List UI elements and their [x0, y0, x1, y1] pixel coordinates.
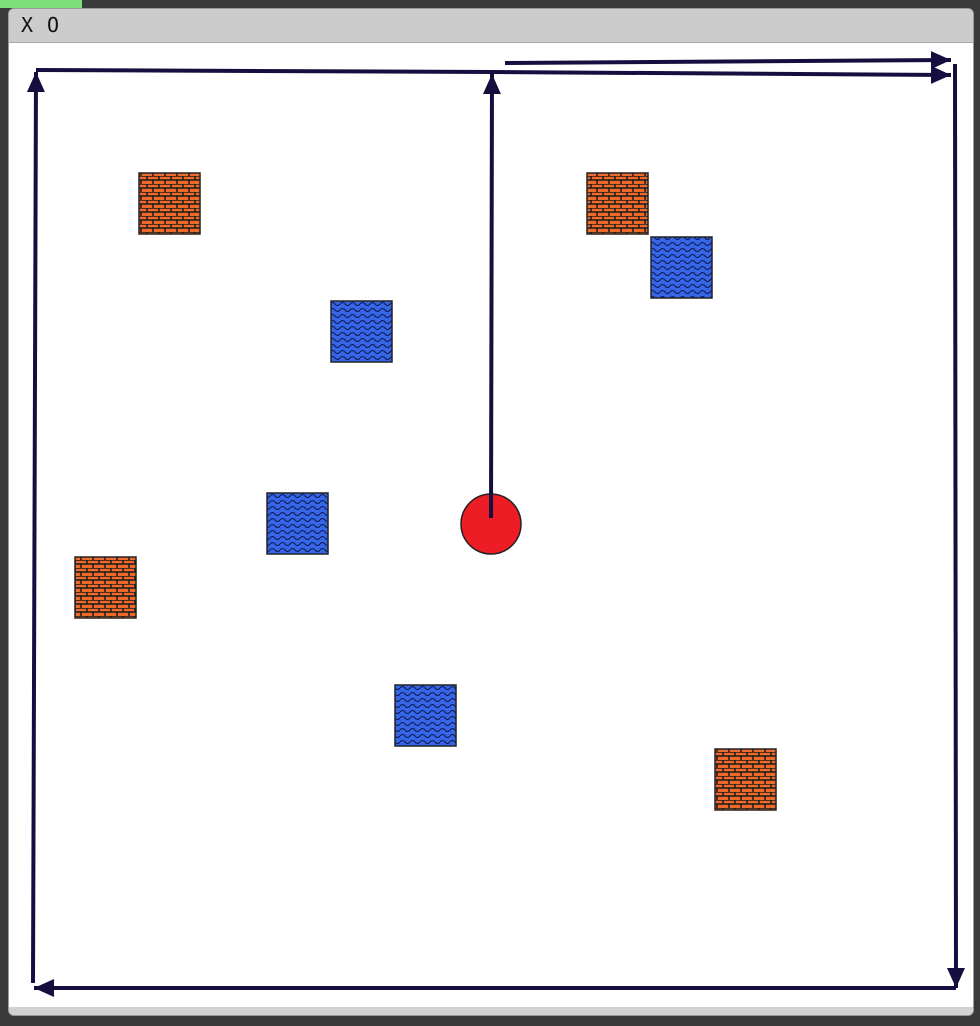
- water-tile-icon: [266, 492, 329, 555]
- water-tile-icon: [394, 684, 457, 747]
- brick-wall-icon: [74, 556, 137, 619]
- brick-wall-icon: [138, 172, 201, 235]
- window-bottom-strip: [9, 1007, 973, 1015]
- player-x-label: X: [21, 13, 34, 37]
- brick-wall-icon: [714, 748, 777, 811]
- corner-tab: [0, 0, 82, 8]
- trajectory-up-arrow: [482, 73, 501, 519]
- trajectory-right-down-arrow: [946, 63, 965, 989]
- title-bar: X O: [9, 9, 973, 43]
- water-tile-icon: [330, 300, 393, 363]
- trajectory-left-segment: [35, 68, 493, 74]
- brick-wall-icon: [586, 172, 649, 235]
- player-o-label: O: [47, 13, 60, 37]
- water-tile-icon: [650, 236, 713, 299]
